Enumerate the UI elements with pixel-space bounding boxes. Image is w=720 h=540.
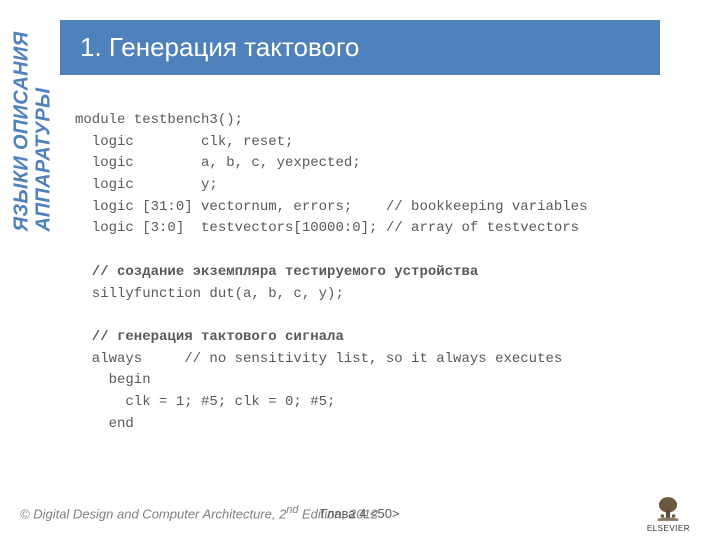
page-number: Глава 4 <50> xyxy=(320,506,399,521)
side-label-line1: ЯЗЫКИ ОПИСАНИЯ xyxy=(11,32,34,232)
side-label-line2: АППАРАТУРЫ xyxy=(33,88,56,232)
code-line xyxy=(75,307,83,323)
code-line: always // no sensitivity list, so it alw… xyxy=(75,351,562,367)
code-line: end xyxy=(75,416,134,432)
footer: © Digital Design and Computer Architectu… xyxy=(20,498,700,528)
slide-title: 1. Генерация тактового xyxy=(80,32,359,63)
code-line: module testbench3(); xyxy=(75,112,243,128)
code-comment: // генерация тактового сигнала xyxy=(75,329,344,345)
code-line: logic y; xyxy=(75,177,218,193)
code-line xyxy=(75,242,83,258)
code-block: module testbench3(); logic clk, reset; l… xyxy=(75,110,690,435)
code-line: logic a, b, c, yexpected; xyxy=(75,155,361,171)
code-line: logic [3:0] testvectors[10000:0]; // arr… xyxy=(75,220,579,236)
elsevier-tree-icon xyxy=(654,495,682,523)
publisher-logo: ELSEVIER xyxy=(647,495,690,533)
code-line: logic clk, reset; xyxy=(75,134,293,150)
code-line: clk = 1; #5; clk = 0; #5; xyxy=(75,394,335,410)
code-line: sillyfunction dut(a, b, c, y); xyxy=(75,286,344,302)
code-line: begin xyxy=(75,372,151,388)
code-line: logic [31:0] vectornum, errors; // bookk… xyxy=(75,199,587,215)
title-bar: 1. Генерация тактового xyxy=(60,20,660,75)
publisher-name: ELSEVIER xyxy=(647,524,690,533)
code-comment: // создание экземпляра тестируемого устр… xyxy=(75,264,478,280)
